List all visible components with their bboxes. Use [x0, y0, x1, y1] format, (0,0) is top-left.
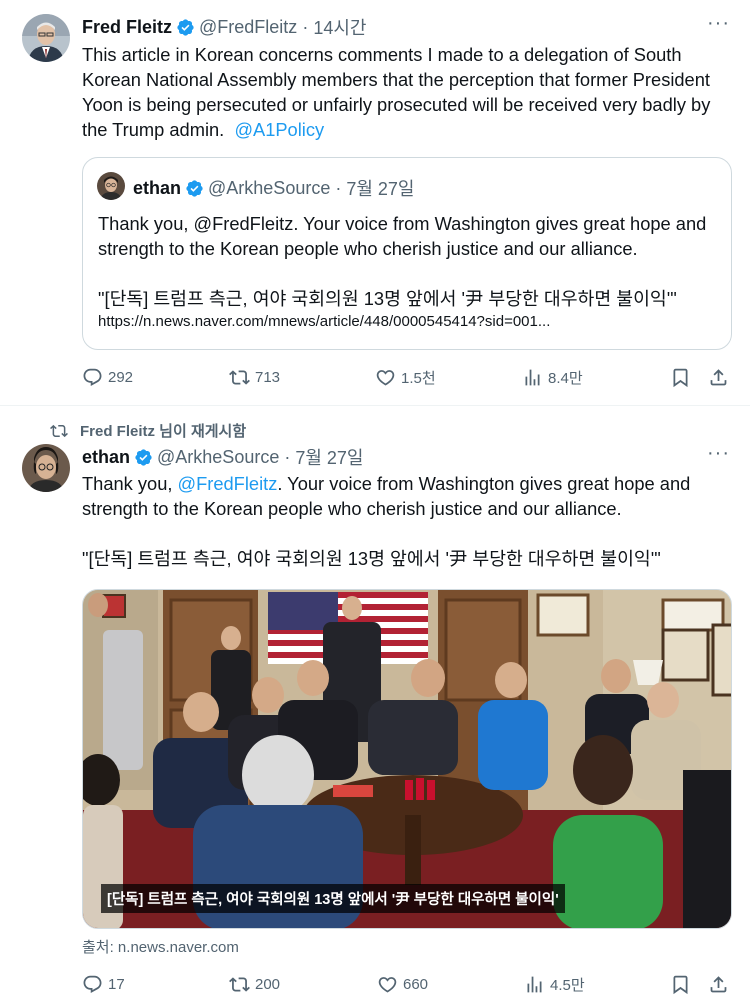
share-button[interactable]	[708, 367, 729, 388]
quote-avatar[interactable]	[97, 172, 125, 200]
avatar-fred-fleitz[interactable]	[22, 14, 70, 62]
views-button[interactable]: 8.4만	[522, 367, 583, 388]
verified-badge-icon	[134, 448, 153, 467]
link-source[interactable]: 출처: n.news.naver.com	[82, 936, 239, 957]
more-icon[interactable]: ···	[707, 12, 730, 35]
like-count: 660	[403, 976, 429, 993]
verified-badge-icon	[185, 179, 204, 198]
timestamp[interactable]: 14시간	[313, 14, 366, 40]
retweet-indicator[interactable]: Fred Fleitz 님이 재게시함	[50, 420, 246, 441]
bookmark-button[interactable]	[670, 367, 691, 388]
views-icon	[525, 369, 540, 386]
tweet-body: This article in Korean concerns comments…	[82, 44, 716, 140]
quote-timestamp[interactable]: 7월 27일	[346, 175, 414, 201]
quote-body: Thank you, @FredFleitz. Your voice from …	[98, 213, 712, 259]
author-name[interactable]: Fred Fleitz	[82, 17, 172, 38]
repost-count: 200	[255, 976, 281, 993]
share-icon	[710, 976, 727, 993]
like-button[interactable]: 660	[377, 974, 428, 995]
like-count: 1.5천	[401, 370, 436, 387]
tweet-header: ethan @ArkheSource · 7월 27일	[82, 444, 364, 470]
quote-text: Thank you, @FredFleitz. Your voice from …	[98, 211, 718, 311]
views-button[interactable]: 4.5만	[524, 974, 585, 995]
avatar-ethan[interactable]	[22, 444, 70, 492]
bookmark-button[interactable]	[670, 974, 691, 995]
separator-dot: ·	[302, 16, 309, 37]
reply-icon	[83, 975, 102, 993]
quote-author-name[interactable]: ethan	[133, 178, 181, 199]
repost-icon	[50, 424, 68, 437]
repost-icon	[229, 370, 250, 385]
tweet-text: This article in Korean concerns comments…	[82, 42, 730, 142]
tweet-actions: 17 200 660 4.5만	[82, 974, 732, 998]
verified-badge-icon	[176, 18, 195, 37]
tweet-headline: "[단독] 트럼프 측근, 여야 국회의원 13명 앞에서 '尹 부당한 대우하…	[82, 548, 661, 569]
quote-header: ethan @ArkheSource · 7월 27일	[133, 175, 415, 201]
views-count: 8.4만	[548, 370, 583, 387]
like-button[interactable]: 1.5천	[375, 367, 436, 388]
reply-count: 292	[108, 369, 134, 386]
quote-author-handle[interactable]: @ArkheSource	[208, 178, 330, 199]
tweet-body-start: Thank you,	[82, 473, 178, 494]
share-button[interactable]	[708, 974, 729, 995]
meeting-photo	[83, 590, 731, 928]
separator-dot: ·	[284, 446, 291, 467]
mention-link[interactable]: @FredFleitz	[178, 473, 278, 494]
tweet-actions: 292 713 1.5천 8.4만	[82, 367, 732, 391]
timestamp[interactable]: 7월 27일	[295, 444, 363, 470]
bookmark-icon	[673, 368, 688, 388]
views-icon	[527, 976, 542, 993]
tweet-ethan-retweet[interactable]: Fred Fleitz 님이 재게시함 ethan @ArkheSource ·…	[0, 405, 750, 1005]
repost-count: 713	[255, 369, 281, 386]
quote-headline: "[단독] 트럼프 측근, 여야 국회의원 13명 앞에서 '尹 부당한 대우하…	[98, 288, 677, 309]
mention-link[interactable]: @A1Policy	[234, 119, 324, 140]
separator-dot: ·	[335, 177, 342, 198]
author-handle[interactable]: @ArkheSource	[157, 447, 279, 468]
reply-icon	[83, 368, 102, 386]
image-caption: [단독] 트럼프 측근, 여야 국회의원 13명 앞에서 '尹 부당한 대우하면…	[101, 884, 565, 913]
more-icon[interactable]: ···	[707, 442, 730, 465]
author-name[interactable]: ethan	[82, 447, 130, 468]
bookmark-icon	[673, 975, 688, 995]
repost-button[interactable]: 200	[229, 974, 280, 995]
like-icon	[376, 370, 395, 386]
share-icon	[710, 369, 727, 386]
tweet-fleitz[interactable]: Fred Fleitz @FredFleitz · 14시간 ··· This …	[0, 0, 750, 405]
repost-button[interactable]: 713	[229, 367, 280, 388]
tweet-header: Fred Fleitz @FredFleitz · 14시간	[82, 14, 366, 40]
author-handle[interactable]: @FredFleitz	[199, 17, 297, 38]
views-count: 4.5만	[550, 977, 585, 994]
reply-button[interactable]: 292	[82, 367, 133, 388]
tweet-photo[interactable]: [단독] 트럼프 측근, 여야 국회의원 13명 앞에서 '尹 부당한 대우하면…	[82, 589, 732, 929]
repost-icon	[229, 977, 250, 992]
reply-count: 17	[108, 976, 125, 993]
quoted-tweet[interactable]: ethan @ArkheSource · 7월 27일 Thank you, @…	[82, 157, 732, 350]
like-icon	[378, 977, 397, 993]
quote-url-link[interactable]: https://n.news.naver.com/mnews/article/4…	[98, 313, 550, 330]
tweet-text: Thank you, @FredFleitz. Your voice from …	[82, 471, 732, 571]
retweeted-by-label: Fred Fleitz 님이 재게시함	[80, 423, 247, 440]
reply-button[interactable]: 17	[82, 974, 125, 995]
